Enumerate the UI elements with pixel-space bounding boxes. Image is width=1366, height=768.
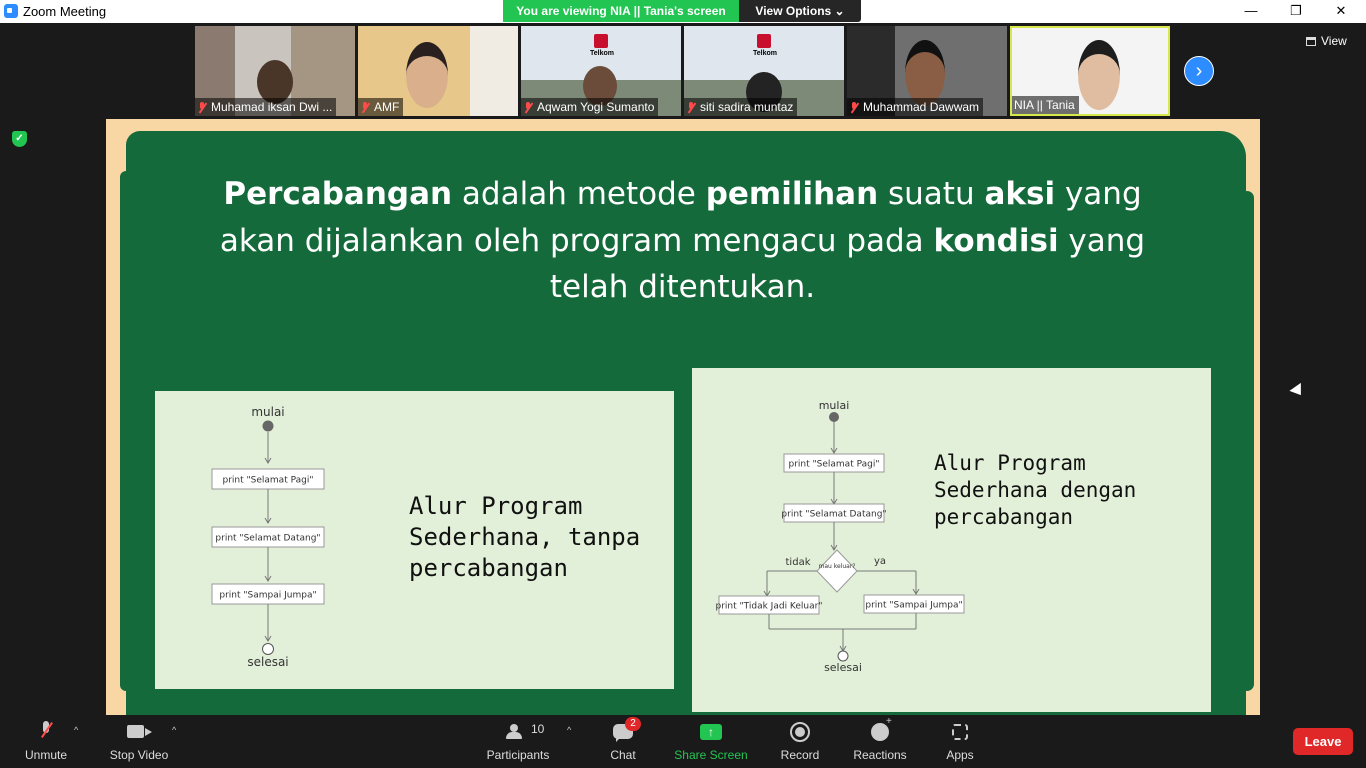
audio-options-caret-icon[interactable]: ^ [74,725,78,735]
muted-mic-icon [686,102,696,113]
participants-icon [504,724,526,739]
record-icon [790,722,810,742]
slide-keyword: kondisi [933,222,1059,259]
participant-name: Muhammad Dawwam [847,98,984,116]
encryption-shield-icon[interactable]: ✓ [12,131,27,147]
slide-keyword: aksi [984,176,1056,212]
end-label: selesai [824,661,862,674]
muted-mic-icon [360,102,370,113]
end-node [837,650,849,662]
reactions-button[interactable]: Reactions [852,715,908,768]
window-title: Zoom Meeting [23,4,107,19]
participant-video [406,42,448,108]
video-tile-active-speaker[interactable]: NIA || Tania [1010,26,1170,116]
view-options-button[interactable]: View Options ⌄ [739,0,861,22]
telkom-logo-text: Telkom [753,50,777,57]
next-page-arrow-icon[interactable]: › [1184,56,1214,86]
participants-options-caret-icon[interactable]: ^ [567,725,571,735]
video-tile[interactable]: AMF [358,26,518,116]
record-button[interactable]: Record [776,715,824,768]
leave-meeting-button[interactable]: Leave [1293,728,1353,755]
video-tile[interactable]: Telkom Aqwam Yogi Sumanto [521,26,681,116]
zoom-app-icon [4,4,18,18]
flowchart-with-branching: mulai print "Selamat Pagi" print "Selamat … [692,368,1211,712]
slide-text-run: suatu [878,176,985,212]
close-button[interactable]: ✕ [1318,0,1364,23]
stop-video-button[interactable]: Stop Video [103,715,175,768]
flowchart-step-label: print "Selamat Pagi" [789,460,880,470]
meeting-toolbar: Unmute ^ Stop Video ^ 10 Participants ^ … [0,715,1366,768]
participant-name: Aqwam Yogi Sumanto [521,98,659,116]
flowchart-step-label: print "Sampai Jumpa" [865,601,962,611]
minimize-button[interactable]: — [1228,0,1274,23]
video-tile[interactable]: Telkom siti sadira muntaz [684,26,844,116]
restore-button[interactable]: ❐ [1273,0,1319,23]
right-diagram-caption: Alur Program Sederhana dengan percabanga… [934,451,1137,529]
video-tile[interactable]: Muhamad iksan Dwi ... [195,26,355,116]
start-node [262,420,274,432]
reactions-smiley-icon [871,716,892,741]
video-options-caret-icon[interactable]: ^ [172,725,176,735]
telkom-logo-icon [594,34,608,48]
share-screen-icon: ↑ [700,724,722,740]
muted-mic-icon [197,102,207,113]
decision-label: mau keluar? [819,563,856,570]
flowchart-step-label: print "Selamat Datang" [215,534,320,544]
flowchart-right-diagram: mulai print "Selamat Pagi" print "Selamat … [716,399,965,674]
chat-button[interactable]: 2 Chat [600,715,646,768]
participants-button[interactable]: 10 Participants [484,715,552,768]
start-label: mulai [251,405,284,419]
flowchart-without-branching: mulai print "Selamat Pagi" print "Selamat … [155,391,674,689]
chat-unread-badge: 2 [625,717,641,731]
left-diagram-caption: Alur Program Sederhana, tanpa percabanga… [409,492,641,582]
slide-keyword: pemilihan [705,176,879,212]
participant-video [1078,40,1120,110]
view-button[interactable]: View [1306,34,1347,48]
muted-microphone-icon [40,721,52,739]
screen-share-banner: You are viewing NIA || Tania's screen [503,0,739,22]
participant-name: siti sadira muntaz [684,98,798,116]
decision-diamond [816,549,858,593]
telkom-logo-text: Telkom [590,50,614,57]
video-tile[interactable]: Muhammad Dawwam [847,26,1007,116]
participant-name: NIA || Tania [1012,96,1079,114]
start-label: mulai [819,399,850,412]
slide-definition-text: Percabangan adalah metode pemilihan suat… [186,171,1179,311]
participant-name: AMF [358,98,404,116]
muted-mic-icon [849,102,859,113]
flowchart-step-label: print "Sampai Jumpa" [219,591,316,601]
apps-icon [952,724,968,740]
start-node [829,412,839,422]
no-branch-label: tidak [786,557,811,568]
slide-keyword: Percabangan [223,176,453,212]
telkom-logo-icon [757,34,771,48]
flowchart-step-label: print "Selamat Datang" [781,510,886,520]
end-label: selesai [247,655,288,669]
muted-mic-icon [523,102,533,113]
apps-button[interactable]: Apps [940,715,980,768]
participant-name: Muhamad iksan Dwi ... [195,98,337,116]
share-screen-button[interactable]: ↑ Share Screen [674,715,748,768]
yes-branch-label: ya [874,556,886,567]
flowchart-step-label: print "Tidak Jadi Keluar" [716,602,823,612]
unmute-button[interactable]: Unmute [16,715,76,768]
shared-screen: Percabangan adalah metode pemilihan suat… [106,119,1260,715]
slide-text-run: adalah metode [452,176,706,212]
flowchart-step-label: print "Selamat Pagi" [223,476,314,486]
mouse-cursor-icon [1289,382,1307,400]
video-camera-icon [127,725,152,738]
gallery-view-icon [1306,37,1316,46]
end-node [262,643,274,655]
participants-count: 10 [531,722,545,736]
participant-video [905,40,945,106]
